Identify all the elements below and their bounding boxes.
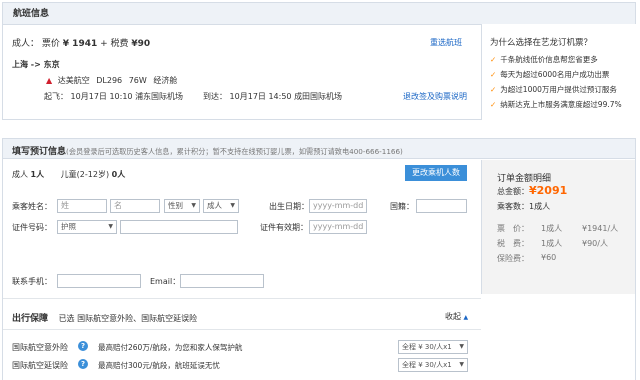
flight-info-title: 航班信息 xyxy=(3,3,635,25)
fare-qty: 1成人 xyxy=(541,224,563,233)
insurance-option-select[interactable]: 全程 ¥ 30/人x1 ▼ xyxy=(398,340,468,354)
passenger-count-line: 成人 1人 儿童(2-12岁) 0人 xyxy=(12,169,125,180)
arrive-label: 到达： xyxy=(203,92,227,101)
change-passengers-button[interactable]: 更改乘机人数 xyxy=(405,165,467,181)
passenger-type: 成人： xyxy=(12,39,40,49)
child-count: 0人 xyxy=(111,170,126,179)
passenger-type-select[interactable]: 成人 ▼ xyxy=(203,199,239,213)
tax-value: ¥90 xyxy=(131,39,151,49)
booking-note: (会员登录后可选取历史客人信息，累计积分；暂不支持在线预订婴儿票，如需预订请致电… xyxy=(66,147,403,156)
arrive-time: 10月17日 14:50 xyxy=(229,92,292,101)
chevron-down-icon: ▼ xyxy=(230,202,235,209)
email-input[interactable] xyxy=(180,274,264,288)
chevron-down-icon: ▼ xyxy=(459,361,464,368)
nationality-input[interactable] xyxy=(416,199,467,213)
insurance-row-desc: 最高赔付300元/航段，航班延误无忧 xyxy=(98,361,220,370)
insurance-price: ¥60 xyxy=(541,253,557,262)
arrive-airport: 成田国际机场 xyxy=(294,92,343,101)
depart-line: 起飞： 10月17日 10:10 浦东国际机场 xyxy=(44,91,183,102)
tax-label-sum: 税 费： xyxy=(497,239,529,248)
why-item: ✓ 纳斯达克上市服务满意度超过99.7% xyxy=(490,100,622,109)
airline-logo-icon: ▲ xyxy=(46,76,53,85)
chevron-up-icon: ▲ xyxy=(463,314,469,321)
check-icon: ✓ xyxy=(490,55,497,64)
insurance-header: 出行保障 已选 国际航空意外险、国际航空延误险 xyxy=(12,311,197,324)
id-type-select[interactable]: 护照 ▼ xyxy=(57,220,117,234)
insurance-option-select[interactable]: 全程 ¥ 30/人x1 ▼ xyxy=(398,358,468,372)
fare-line: 成人： 票价 ¥ 1941 + 税费 ¥90 xyxy=(12,36,150,49)
phone-label: 联系手机： xyxy=(12,277,52,286)
insurance-selected-label: 已选 xyxy=(58,314,75,323)
adult-count: 1人 xyxy=(30,170,45,179)
total-label: 总金额： xyxy=(497,187,529,196)
chevron-down-icon: ▼ xyxy=(191,202,196,209)
fare-label-sum: 票 价： xyxy=(497,224,529,233)
collapse-label: 收起 xyxy=(445,312,461,321)
id-number-input[interactable] xyxy=(120,220,238,234)
cabin-class: 经济舱 xyxy=(153,76,178,85)
divider xyxy=(3,329,481,330)
booking-title-line: 填写预订信息(会员登录后可选取历史客人信息，累计积分；暂不支持在线预订婴儿票，如… xyxy=(12,144,403,157)
collapse-toggle[interactable]: 收起 ▲ xyxy=(445,311,468,322)
id-expiry-label: 证件有效期： xyxy=(260,223,308,232)
check-icon: ✓ xyxy=(490,85,497,94)
insurance-title: 出行保障 xyxy=(12,314,49,324)
surname-input[interactable]: 姓 xyxy=(57,199,107,213)
id-expiry-input[interactable]: yyyy-mm-dd xyxy=(309,220,367,234)
given-name-input[interactable]: 名 xyxy=(110,199,160,213)
email-label: Email： xyxy=(150,277,181,286)
insurance-label-sum: 保险费： xyxy=(497,254,529,263)
booking-title: 填写预订信息 xyxy=(12,147,67,157)
depart-airport: 浦东国际机场 xyxy=(135,92,184,101)
tax-qty: 1成人 xyxy=(541,239,563,248)
chevron-down-icon: ▼ xyxy=(108,223,113,230)
reselect-flight-link[interactable]: 重选航班 xyxy=(430,37,462,48)
depart-time: 10月17日 10:10 xyxy=(70,92,133,101)
dob-label: 出生日期： xyxy=(269,202,309,211)
summary-title: 订单金额明细 xyxy=(497,174,552,184)
dob-input[interactable]: yyyy-mm-dd xyxy=(309,199,367,213)
chevron-down-icon: ▼ xyxy=(459,343,464,350)
insurance-row-desc: 最高赔付260万/航段，为您和家人保驾护航 xyxy=(98,343,243,352)
nationality-label: 国籍： xyxy=(390,202,414,211)
passenger-name-label: 乘客姓名： xyxy=(12,202,52,211)
check-icon: ✓ xyxy=(490,100,497,109)
insurance-row-name: 国际航空延误险 xyxy=(12,361,68,370)
check-icon: ✓ xyxy=(490,70,497,79)
insurance-selected-value: 国际航空意外险、国际航空延误险 xyxy=(77,314,198,323)
flight-number: DL296 xyxy=(96,76,123,85)
help-icon[interactable]: ? xyxy=(78,359,88,369)
total-value: ¥2091 xyxy=(529,184,568,197)
refund-rules-link[interactable]: 退改签及购票说明 xyxy=(403,91,467,102)
help-icon[interactable]: ? xyxy=(78,341,88,351)
fare-value: ¥ 1941 xyxy=(62,39,98,49)
insurance-row-name: 国际航空意外险 xyxy=(12,343,68,352)
tax-label: + 税费 xyxy=(100,39,129,49)
fare-price: ¥1941/人 xyxy=(582,224,619,233)
why-title: 为什么选择在艺龙订机票？ xyxy=(490,38,593,48)
airline-name: 达美航空 xyxy=(57,76,90,85)
fare-label: 票价 xyxy=(41,39,60,49)
passengers-line: 乘客数：1成人 xyxy=(497,201,550,212)
passengers-label: 乘客数： xyxy=(497,202,529,211)
passengers-value: 1成人 xyxy=(529,202,551,211)
why-item: ✓ 为超过1000万用户提供过预订服务 xyxy=(490,85,617,94)
phone-input[interactable] xyxy=(57,274,141,288)
divider xyxy=(3,298,481,299)
child-label: 儿童(2-12岁) xyxy=(60,170,110,179)
summary-total-line: 总金额：¥2091 xyxy=(497,184,567,197)
why-item: ✓ 千条航线低价信息帮您省更多 xyxy=(490,55,598,64)
airline-line: ▲ 达美航空 DL296 76W 经济舱 xyxy=(46,75,177,86)
plane-type: 76W xyxy=(128,76,147,85)
tax-price: ¥90/人 xyxy=(582,239,608,248)
depart-label: 起飞： xyxy=(44,92,68,101)
route-label: 上海 -> 东京 xyxy=(12,60,60,69)
id-number-label: 证件号码： xyxy=(12,223,52,232)
gender-select[interactable]: 性别 ▼ xyxy=(164,199,200,213)
arrive-line: 到达： 10月17日 14:50 成田国际机场 xyxy=(203,91,342,102)
adult-label: 成人 xyxy=(12,170,28,179)
why-item: ✓ 每天为超过6000名用户成功出票 xyxy=(490,70,610,79)
